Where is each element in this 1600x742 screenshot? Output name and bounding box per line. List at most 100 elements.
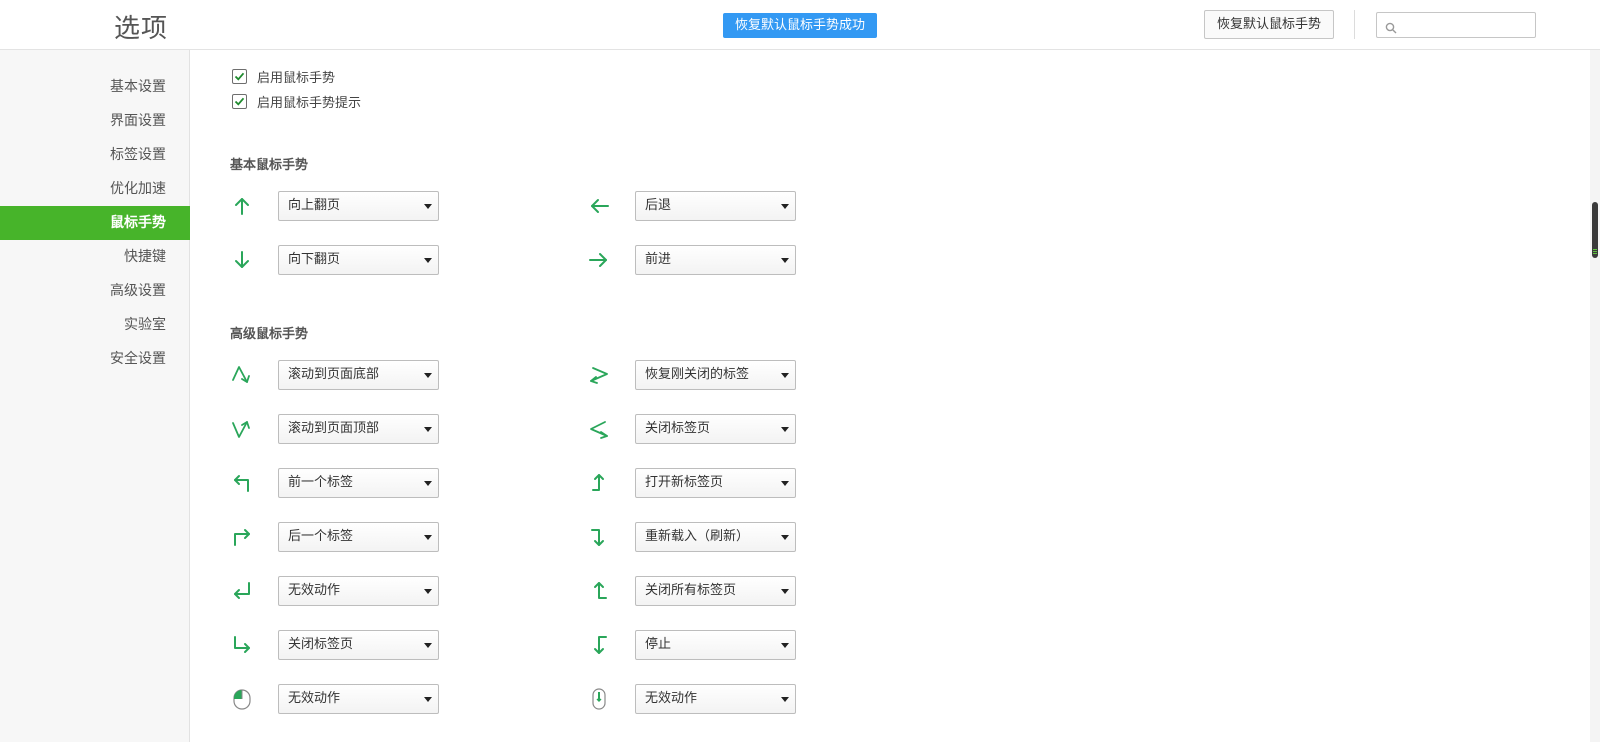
sidebar-item-security[interactable]: 安全设置 <box>0 342 190 376</box>
sidebar-item-basic[interactable]: 基本设置 <box>0 70 190 104</box>
enable-gesture-hint-option[interactable]: 启用鼠标手势提示 <box>232 91 361 111</box>
enable-gesture-option[interactable]: 启用鼠标手势 <box>232 66 335 86</box>
checkmark-icon <box>234 97 245 106</box>
selected-value: 前进 <box>645 252 672 267</box>
gesture-action-select[interactable]: 关闭标签页 <box>635 414 796 444</box>
selected-value: 滚动到页面顶部 <box>288 421 380 436</box>
left-right-gesture-icon <box>590 421 608 439</box>
gesture-action-select[interactable]: 向上翻页 <box>278 191 439 221</box>
advanced-gestures-title: 高级鼠标手势 <box>230 327 309 342</box>
chevron-down-icon <box>424 481 432 486</box>
chevron-down-icon <box>781 535 789 540</box>
selected-value: 停止 <box>645 637 672 652</box>
settings-content: 启用鼠标手势 启用鼠标手势提示 基本鼠标手势 向上翻页 后退 向下翻页 前进 高… <box>190 50 1590 742</box>
right-left-gesture-icon <box>590 367 608 384</box>
selected-value: 前一个标签 <box>288 475 354 490</box>
scroll-grip-icon <box>1593 249 1597 250</box>
mouse-wheel-icon <box>592 688 606 710</box>
chevron-down-icon <box>424 535 432 540</box>
checkmark-icon <box>234 72 245 81</box>
gesture-action-select[interactable]: 关闭所有标签页 <box>635 576 796 606</box>
chevron-down-icon <box>424 373 432 378</box>
gesture-action-select[interactable]: 滚动到页面顶部 <box>278 414 439 444</box>
header: 选项 恢复默认鼠标手势成功 恢复默认鼠标手势 <box>0 0 1600 50</box>
search-box[interactable] <box>1376 12 1536 38</box>
success-toast: 恢复默认鼠标手势成功 <box>723 13 877 38</box>
selected-value: 关闭标签页 <box>645 421 711 436</box>
gesture-action-select[interactable]: 无效动作 <box>278 684 439 714</box>
selected-value: 无效动作 <box>288 583 341 598</box>
selected-value: 无效动作 <box>288 691 341 706</box>
gesture-action-select[interactable]: 重新载入（刷新） <box>635 522 796 552</box>
search-input[interactable] <box>1401 15 1531 35</box>
chevron-down-icon <box>781 589 789 594</box>
gesture-action-select[interactable]: 后退 <box>635 191 796 221</box>
chevron-down-icon <box>424 643 432 648</box>
arrow-up-icon <box>235 198 249 215</box>
enable-gesture-hint-checkbox[interactable] <box>232 93 247 109</box>
chevron-down-icon <box>424 697 432 702</box>
arrow-right-icon <box>589 253 607 267</box>
gesture-action-select[interactable]: 无效动作 <box>278 576 439 606</box>
selected-value: 向上翻页 <box>288 198 341 213</box>
sidebar-item-interface[interactable]: 界面设置 <box>0 104 190 138</box>
basic-gestures-title: 基本鼠标手势 <box>230 158 309 173</box>
right-down-left-gesture-icon <box>594 636 607 654</box>
up-left-gesture-icon <box>234 475 249 492</box>
selected-value: 滚动到页面底部 <box>288 367 380 382</box>
search-icon <box>1385 19 1397 38</box>
enable-gesture-hint-label: 启用鼠标手势提示 <box>257 95 362 111</box>
arrow-left-icon <box>591 199 609 213</box>
sidebar: 基本设置 界面设置 标签设置 优化加速 鼠标手势 快捷键 高级设置 实验室 安全… <box>0 50 190 742</box>
gesture-action-select[interactable]: 向下翻页 <box>278 245 439 275</box>
chevron-down-icon <box>781 427 789 432</box>
scrollbar-thumb[interactable] <box>1592 202 1598 258</box>
down-up-gesture-icon <box>232 421 250 438</box>
left-up-gesture-icon <box>592 474 604 491</box>
selected-value: 向下翻页 <box>288 252 341 267</box>
selected-value: 关闭所有标签页 <box>645 583 737 598</box>
right-up-left-gesture-icon <box>234 582 250 599</box>
gesture-action-select[interactable]: 关闭标签页 <box>278 630 439 660</box>
selected-value: 重新载入（刷新） <box>645 529 750 544</box>
enable-gesture-checkbox[interactable] <box>232 68 247 84</box>
vertical-scrollbar[interactable] <box>1590 50 1600 742</box>
sidebar-item-lab[interactable]: 实验室 <box>0 308 190 342</box>
enable-gesture-label: 启用鼠标手势 <box>257 70 336 86</box>
gesture-action-select[interactable]: 滚动到页面底部 <box>278 360 439 390</box>
right-down-gesture-icon <box>591 529 604 546</box>
chevron-down-icon <box>424 427 432 432</box>
up-down-gesture-icon <box>232 366 250 383</box>
sidebar-item-mouse-gestures[interactable]: 鼠标手势 <box>0 206 190 240</box>
down-right-gesture-icon <box>234 636 250 653</box>
chevron-down-icon <box>424 204 432 209</box>
gesture-action-select[interactable]: 无效动作 <box>635 684 796 714</box>
selected-value: 后退 <box>645 198 672 213</box>
restore-default-gestures-button[interactable]: 恢复默认鼠标手势 <box>1204 10 1334 39</box>
selected-value: 后一个标签 <box>288 529 354 544</box>
sidebar-item-advanced[interactable]: 高级设置 <box>0 274 190 308</box>
mouse-left-click-icon <box>233 689 251 710</box>
sidebar-item-optimize[interactable]: 优化加速 <box>0 172 190 206</box>
gesture-action-select[interactable]: 打开新标签页 <box>635 468 796 498</box>
chevron-down-icon <box>781 373 789 378</box>
chevron-down-icon <box>781 697 789 702</box>
gesture-action-select[interactable]: 停止 <box>635 630 796 660</box>
selected-value: 无效动作 <box>645 691 698 706</box>
chevron-down-icon <box>781 643 789 648</box>
selected-value: 恢复刚关闭的标签 <box>645 367 750 382</box>
selected-value: 关闭标签页 <box>288 637 354 652</box>
gesture-action-select[interactable]: 恢复刚关闭的标签 <box>635 360 796 390</box>
chevron-down-icon <box>424 589 432 594</box>
sidebar-item-shortcuts[interactable]: 快捷键 <box>0 240 190 274</box>
chevron-down-icon <box>781 258 789 263</box>
gesture-action-select[interactable]: 前进 <box>635 245 796 275</box>
chevron-down-icon <box>781 481 789 486</box>
header-divider <box>1354 10 1355 39</box>
up-right-gesture-icon <box>234 529 250 546</box>
page-title: 选项 <box>114 14 169 44</box>
gesture-action-select[interactable]: 后一个标签 <box>278 522 439 552</box>
sidebar-item-tabs[interactable]: 标签设置 <box>0 138 190 172</box>
gesture-action-select[interactable]: 前一个标签 <box>278 468 439 498</box>
selected-value: 打开新标签页 <box>645 475 724 490</box>
